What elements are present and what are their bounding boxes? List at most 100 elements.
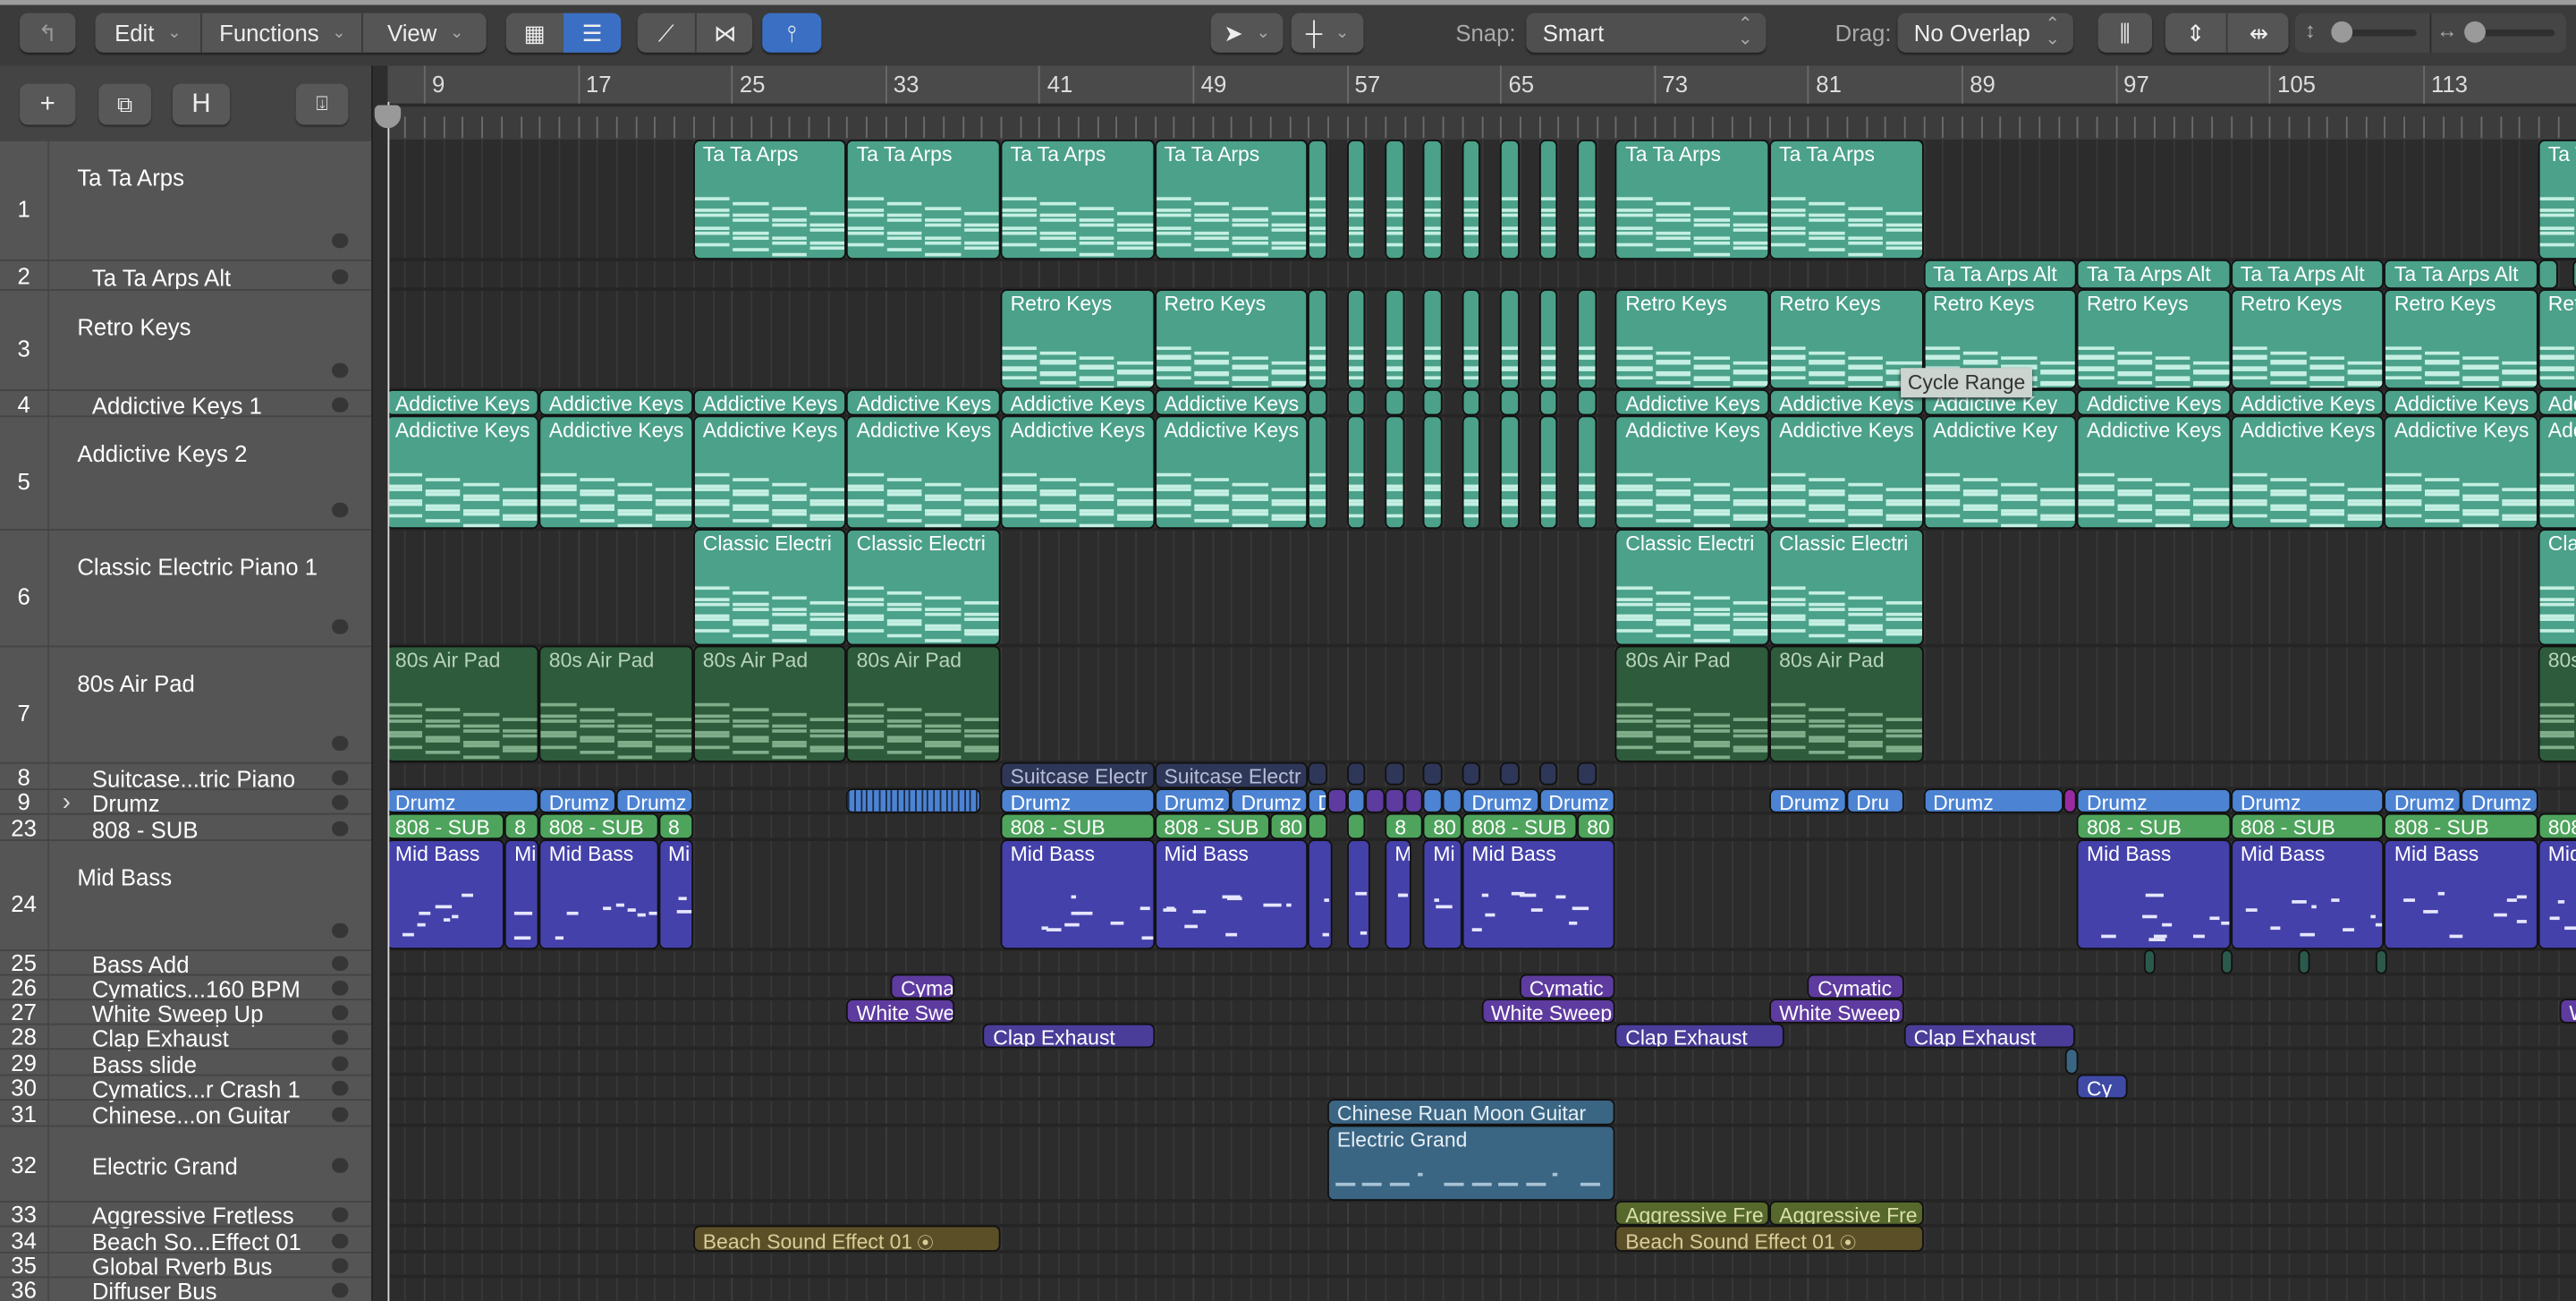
track-header[interactable]: 4 Addictive Keys 1: [0, 389, 372, 419]
region[interactable]: Drumz: [1462, 788, 1539, 813]
region[interactable]: [1423, 788, 1443, 813]
track-header[interactable]: 5 Addictive Keys 2: [0, 415, 372, 530]
region[interactable]: White Sweep: [1769, 999, 1904, 1024]
back-button[interactable]: ↰: [20, 13, 76, 53]
region[interactable]: Mid Bass: [1000, 839, 1155, 950]
region[interactable]: Clap Exhaust: [1615, 1023, 1785, 1049]
region[interactable]: [1346, 788, 1366, 813]
track-name[interactable]: Ta Ta Arps Alt: [92, 263, 231, 293]
region[interactable]: Addictive Keys: [2076, 389, 2231, 416]
track-header[interactable]: 26 Cymatics...160 BPM: [0, 974, 372, 1001]
region[interactable]: [1500, 289, 1520, 390]
region[interactable]: [1500, 415, 1520, 530]
region[interactable]: Addictive Keys: [2076, 415, 2231, 530]
track-header[interactable]: 31 Chinese...on Guitar: [0, 1099, 372, 1128]
record-enable-icon[interactable]: [332, 1157, 349, 1172]
tracks-area[interactable]: Ta Ta Arps Ta Ta Arps Ta Ta Arps Ta Ta Arps…: [387, 140, 2576, 1301]
region[interactable]: Addictive Keys: [1000, 389, 1155, 416]
region[interactable]: 80: [1423, 812, 1462, 840]
region[interactable]: Drumz: [1231, 788, 1309, 813]
region[interactable]: [2221, 949, 2233, 974]
region[interactable]: Mi: [658, 839, 693, 950]
record-enable-icon[interactable]: [332, 795, 349, 811]
region[interactable]: Addictive Keys: [1615, 415, 1770, 530]
region[interactable]: Aggressive Fre: [1615, 1201, 1770, 1226]
list-view-button[interactable]: ☰: [563, 13, 622, 53]
snap-select[interactable]: Smart ⌃ ⌄: [1526, 13, 1767, 53]
region[interactable]: Cymatic: [1808, 974, 1904, 999]
record-enable-icon[interactable]: [332, 1080, 349, 1096]
region[interactable]: Addictive Keys: [2384, 389, 2538, 416]
region[interactable]: Mid Bass: [2230, 839, 2385, 950]
region[interactable]: [1365, 788, 1385, 813]
catch-playhead-button[interactable]: ⫯: [762, 13, 822, 53]
region[interactable]: Classic Electri: [2538, 529, 2576, 646]
region[interactable]: Addictive Keys: [846, 389, 1001, 416]
duplicate-track-button[interactable]: ⧉: [98, 83, 151, 125]
region[interactable]: Suitcase Electr: [1154, 761, 1309, 789]
region[interactable]: [1423, 140, 1443, 260]
region[interactable]: Mid Bass: [2538, 839, 2576, 950]
track-name[interactable]: Mid Bass: [77, 864, 172, 890]
disclosure-chevron-icon[interactable]: ›: [63, 790, 71, 815]
track-header[interactable]: 30 Cymatics...r Crash 1: [0, 1074, 372, 1101]
record-enable-icon[interactable]: [332, 1106, 349, 1121]
record-enable-icon[interactable]: [332, 233, 349, 249]
region[interactable]: Ta Ta Arps Alt: [2076, 259, 2231, 290]
record-enable-icon[interactable]: [332, 956, 349, 971]
region[interactable]: [2298, 949, 2310, 974]
region[interactable]: Ta Ta Arps: [1000, 140, 1155, 260]
region[interactable]: [1500, 389, 1520, 416]
region[interactable]: Mid Bass: [387, 839, 505, 950]
grid-view-button[interactable]: ▦: [506, 13, 564, 53]
region[interactable]: Ta Ta Arps: [1615, 140, 1770, 260]
track-name[interactable]: Addictive Keys 2: [77, 440, 247, 466]
region[interactable]: Drumz: [615, 788, 693, 813]
region[interactable]: [1538, 140, 1558, 260]
region[interactable]: Retro Keys: [2230, 289, 2385, 390]
region[interactable]: M: [1385, 839, 1412, 950]
region[interactable]: [1346, 812, 1366, 840]
region[interactable]: Mid Bass: [538, 839, 659, 950]
record-enable-icon[interactable]: [332, 1258, 349, 1273]
vertical-zoom-knob[interactable]: [2331, 21, 2353, 43]
region[interactable]: Addictive Keys: [538, 415, 693, 530]
region[interactable]: Classic Electri: [1769, 529, 1924, 646]
record-enable-icon[interactable]: [332, 821, 349, 836]
record-enable-icon[interactable]: [332, 502, 349, 518]
region[interactable]: Drumz: [1923, 788, 2063, 813]
region[interactable]: [1346, 289, 1366, 390]
header-divider[interactable]: [371, 65, 390, 1301]
region[interactable]: Drumz: [1769, 788, 1847, 813]
region[interactable]: 80s Air Pad: [387, 645, 539, 762]
region[interactable]: Beach Sound Effect 01 ⦿: [692, 1225, 1001, 1252]
region[interactable]: [1538, 389, 1558, 416]
region[interactable]: Addictive Keys: [2538, 389, 2576, 416]
track-name[interactable]: Diffuser Bus: [92, 1279, 217, 1301]
track-header[interactable]: 1 Ta Ta Arps: [0, 140, 372, 260]
horizontal-fit-button[interactable]: ⇹: [2225, 13, 2291, 53]
region[interactable]: Addictive Keys: [1000, 415, 1155, 530]
region[interactable]: [1346, 761, 1366, 786]
edit-menu[interactable]: Edit ⌄: [96, 13, 201, 53]
region[interactable]: 80s Air Pad: [538, 645, 693, 762]
region[interactable]: Mi: [504, 839, 539, 950]
region[interactable]: [1462, 140, 1481, 260]
automation-button[interactable]: ⟋: [638, 13, 695, 53]
region[interactable]: Ta Ta Arps: [846, 140, 1001, 260]
record-enable-icon[interactable]: [332, 981, 349, 996]
region[interactable]: Chinese Ruan Moon Guitar: [1326, 1099, 1616, 1126]
region[interactable]: Addictive Keys: [2230, 389, 2385, 416]
region[interactable]: Classic Electri: [1615, 529, 1770, 646]
track-header[interactable]: 3 Retro Keys: [0, 289, 372, 390]
record-enable-icon[interactable]: [332, 923, 349, 939]
record-enable-icon[interactable]: [332, 736, 349, 751]
region[interactable]: Drumz: [2384, 788, 2462, 813]
record-enable-icon[interactable]: [332, 1005, 349, 1021]
region[interactable]: Cy: [2076, 1074, 2127, 1100]
region[interactable]: [1423, 389, 1443, 416]
region[interactable]: Retro Keys: [2076, 289, 2231, 390]
region[interactable]: Retro Keys: [1000, 289, 1155, 390]
region[interactable]: [2375, 949, 2386, 974]
functions-menu[interactable]: Functions ⌄: [200, 13, 363, 53]
